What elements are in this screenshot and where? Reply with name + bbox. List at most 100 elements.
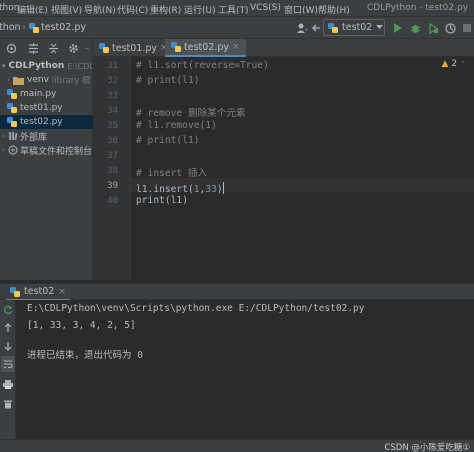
menu-view[interactable]: 视图(V) bbox=[51, 3, 82, 16]
menu-edit[interactable]: 编辑(E) bbox=[17, 3, 48, 16]
tab-label: test02.py bbox=[184, 41, 230, 53]
trash-icon[interactable] bbox=[1, 396, 15, 412]
inspection-warnings[interactable]: ▲ 2 ⌃ bbox=[441, 59, 466, 69]
back-arrow-icon[interactable] bbox=[310, 20, 322, 36]
close-icon[interactable]: × bbox=[58, 287, 66, 297]
python-file-icon bbox=[328, 22, 338, 33]
code-line: # print(l1) bbox=[136, 135, 200, 146]
scratch-icon bbox=[8, 145, 18, 155]
project-tree: ▾ CDLPython E:\CDLPyth › venv library 根 … bbox=[0, 57, 93, 280]
library-icon bbox=[9, 132, 18, 141]
gear-icon[interactable] bbox=[66, 40, 80, 56]
code-number-literal: 33 bbox=[205, 184, 217, 195]
run-configuration-select[interactable]: test02 bbox=[323, 19, 385, 36]
minimize-icon[interactable]: – bbox=[82, 40, 92, 56]
tree-item-label: CDLPython bbox=[8, 61, 65, 71]
arrow-down-icon[interactable] bbox=[1, 338, 15, 354]
python-file-icon bbox=[10, 286, 20, 297]
console-exit-line: 进程已结束，退出代码为 0 bbox=[27, 350, 143, 361]
line-number: 31 bbox=[107, 61, 118, 71]
tab-test01-py[interactable]: test01.py × bbox=[93, 39, 174, 57]
tree-item-label: main.py bbox=[20, 89, 57, 99]
profile-icon[interactable] bbox=[443, 20, 457, 36]
menu-bar: thon 编辑(E) 视图(V) 导航(N) 代码(C) 重构(R) 运行(U)… bbox=[0, 0, 474, 17]
console-output-line: [1, 33, 3, 4, 2, 5] bbox=[27, 320, 136, 331]
code-line: # insert 插入 bbox=[136, 168, 208, 179]
menu-refactor[interactable]: 重构(R) bbox=[150, 3, 181, 16]
print-icon[interactable] bbox=[1, 376, 15, 392]
line-number: 40 bbox=[107, 196, 118, 206]
chevron-up-icon: ⌃ bbox=[460, 60, 466, 68]
breadcrumb-project[interactable]: thon bbox=[0, 22, 21, 33]
tree-item-project-root[interactable]: ▾ CDLPython E:\CDLPyth bbox=[0, 59, 93, 73]
tree-item-main-py[interactable]: main.py bbox=[0, 87, 93, 101]
run-tab-label: test02 bbox=[24, 286, 55, 297]
chevron-down-icon: ▾ bbox=[2, 62, 6, 70]
breadcrumb-separator-icon: › bbox=[22, 22, 26, 33]
code-token: l1.insert( bbox=[136, 184, 194, 195]
run-console-output[interactable]: E:\CDLPython\venv\Scripts\python.exe E:/… bbox=[16, 300, 474, 439]
breadcrumb-file[interactable]: test02.py bbox=[41, 22, 86, 33]
debug-icon[interactable] bbox=[408, 20, 422, 36]
run-configuration-label: test02 bbox=[342, 22, 373, 33]
python-file-icon bbox=[7, 89, 17, 99]
tree-item-label: test02.py bbox=[20, 117, 63, 127]
menu-run[interactable]: 运行(U) bbox=[184, 3, 216, 16]
line-number: 34 bbox=[107, 106, 118, 116]
tree-item-test01-py[interactable]: test01.py bbox=[0, 101, 93, 115]
tree-item-venv[interactable]: › venv library 根 bbox=[0, 73, 93, 87]
python-file-icon bbox=[7, 103, 17, 113]
line-number-current: 39 bbox=[107, 181, 118, 191]
expand-all-icon[interactable] bbox=[26, 40, 40, 56]
warning-icon: ▲ bbox=[441, 59, 449, 69]
line-number: 38 bbox=[107, 166, 118, 176]
run-panel-toolbar bbox=[0, 300, 16, 439]
rerun-icon[interactable] bbox=[1, 302, 15, 318]
stop-icon[interactable] bbox=[460, 20, 474, 36]
target-icon[interactable] bbox=[4, 40, 18, 56]
code-editor[interactable]: # l1.sort(reverse=True) # print(l1) # re… bbox=[131, 57, 474, 280]
menu-tools[interactable]: 工具(T) bbox=[218, 3, 249, 16]
console-command-line: E:\CDLPython\venv\Scripts\python.exe E:/… bbox=[27, 303, 365, 314]
line-number-gutter: 31 32 33 34 35 36 37 38 39 40 bbox=[93, 57, 131, 280]
tree-item-scratches[interactable]: › 草稿文件和控制台 bbox=[0, 143, 93, 157]
code-line-current: l1.insert(1,33) bbox=[136, 180, 224, 195]
collapse-all-icon[interactable] bbox=[46, 40, 60, 56]
soft-wrap-icon[interactable] bbox=[1, 356, 15, 372]
warning-count: 2 bbox=[451, 59, 458, 69]
menu-navigate[interactable]: 导航(N) bbox=[84, 3, 116, 16]
tree-item-external-libraries[interactable]: › 外部库 bbox=[0, 129, 93, 143]
python-file-icon bbox=[28, 20, 40, 36]
tab-test02-py[interactable]: test02.py × bbox=[165, 39, 246, 57]
menu-window[interactable]: 窗口(W) bbox=[284, 3, 318, 16]
close-icon[interactable]: × bbox=[232, 42, 240, 52]
menu-code[interactable]: 代码(C) bbox=[117, 3, 148, 16]
folder-icon bbox=[13, 76, 24, 85]
line-number: 32 bbox=[107, 76, 118, 86]
code-line: print(l1) bbox=[136, 195, 188, 206]
menu-vcs[interactable]: VCS(S) bbox=[250, 3, 281, 13]
code-line: # remove 删除某个元素 bbox=[136, 108, 246, 119]
tree-item-path: E:\CDLPyth bbox=[67, 61, 93, 71]
menu-help[interactable]: 帮助(H) bbox=[318, 3, 350, 16]
watermark: CSDN @小陈爱吃糖① bbox=[384, 443, 470, 452]
text-caret bbox=[222, 182, 224, 194]
arrow-up-icon[interactable] bbox=[1, 320, 15, 336]
tree-item-label: test01.py bbox=[20, 103, 63, 113]
line-number: 37 bbox=[107, 151, 118, 161]
run-icon[interactable] bbox=[391, 20, 405, 36]
editor-tab-bar: test01.py × test02.py × bbox=[93, 39, 474, 57]
coverage-icon[interactable] bbox=[426, 20, 440, 36]
tree-item-label: 草稿文件和控制台 bbox=[20, 146, 93, 157]
project-panel-toolbar: – bbox=[0, 39, 93, 57]
chevron-down-icon bbox=[376, 25, 384, 29]
tab-run-test02[interactable]: test02 × bbox=[6, 284, 70, 301]
python-file-icon bbox=[99, 43, 109, 53]
line-number: 33 bbox=[107, 91, 118, 101]
code-line: # l1.remove(1) bbox=[136, 120, 217, 131]
user-icon[interactable] bbox=[294, 20, 310, 36]
status-bar: CSDN @小陈爱吃糖① bbox=[0, 439, 474, 452]
tree-item-label: 外部库 bbox=[20, 132, 48, 143]
tree-item-test02-py[interactable]: test02.py bbox=[0, 115, 93, 129]
python-file-icon bbox=[171, 42, 181, 52]
